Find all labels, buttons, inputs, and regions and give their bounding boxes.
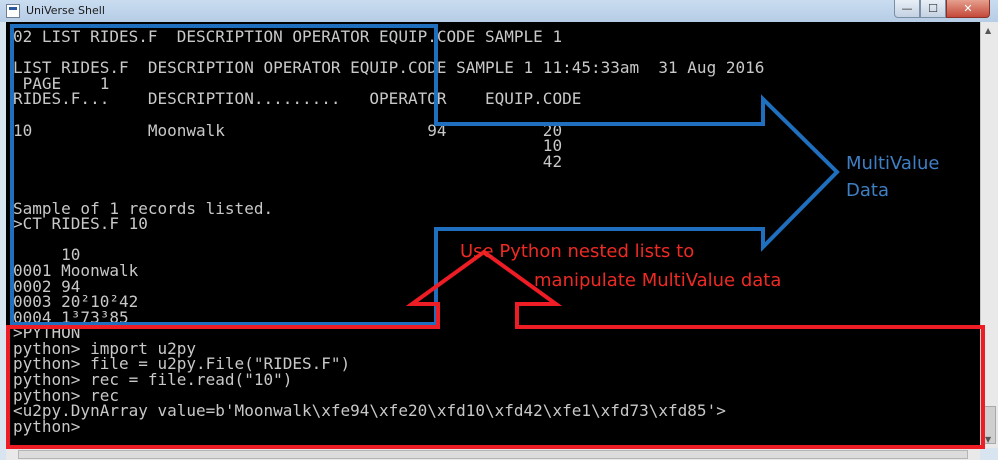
multivalue-label: MultiValue (846, 153, 940, 174)
universe-shell-window: UniVerse Shell — ☐ ✕ 02 LIST RIDES.F DES… (0, 0, 998, 460)
manipulate-multivalue-label: manipulate MultiValue data (534, 270, 782, 291)
annotation-overlay (6, 24, 985, 449)
red-python-arrow (6, 249, 985, 449)
python-nested-lists-label: Use Python nested lists to (460, 241, 695, 262)
data-label: Data (846, 180, 889, 201)
